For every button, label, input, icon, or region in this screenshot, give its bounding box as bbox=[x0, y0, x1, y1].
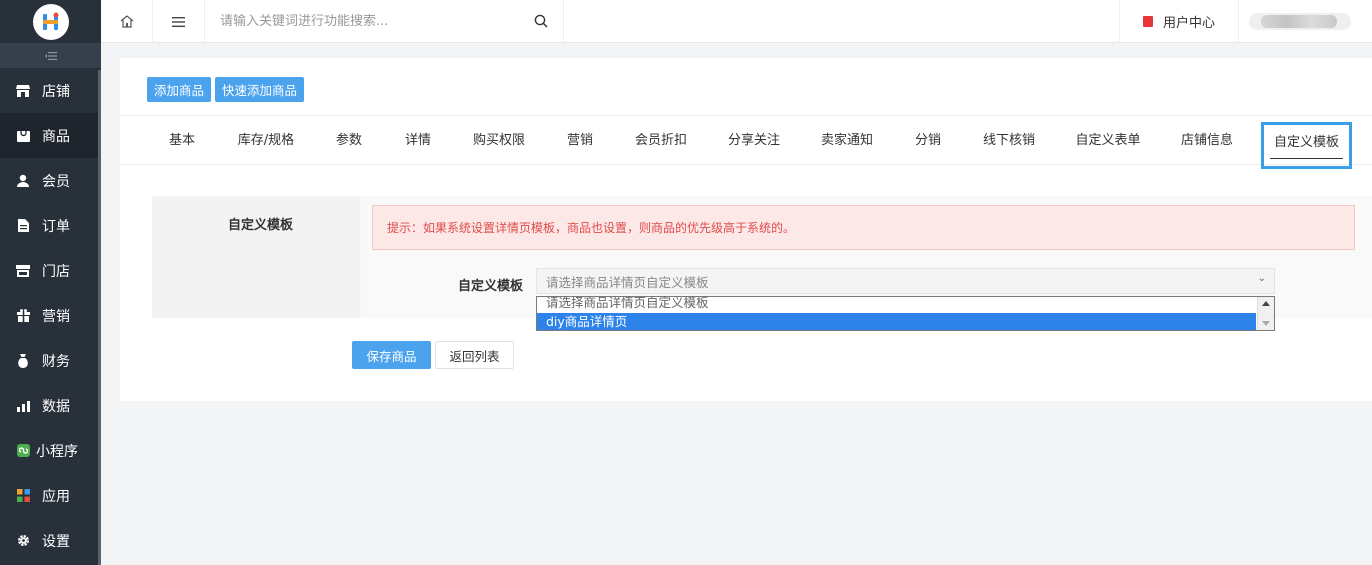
tab-store-info[interactable]: 店铺信息 bbox=[1181, 116, 1233, 165]
tab-marketing[interactable]: 营销 bbox=[567, 116, 593, 165]
save-goods-button[interactable]: 保存商品 bbox=[352, 341, 431, 369]
tab-stock-spec[interactable]: 库存/规格 bbox=[238, 116, 294, 165]
sidebar-item-label: 商品 bbox=[42, 128, 70, 145]
template-select[interactable]: 请选择商品详情页自定义模板 ⌄ bbox=[536, 268, 1275, 294]
search-input[interactable] bbox=[220, 14, 520, 29]
sidebar-item-store[interactable]: 店铺 bbox=[0, 68, 101, 113]
sidebar-item-goods[interactable]: 商品 bbox=[0, 113, 101, 158]
sidebar-item-label: 门店 bbox=[42, 263, 70, 280]
top-header: 用户中心 bbox=[101, 0, 1372, 43]
sidebar-item-mini-program[interactable]: 小程序 bbox=[0, 428, 101, 473]
goods-tabs: 基本 库存/规格 参数 详情 购买权限 营销 会员折扣 分享关注 卖家通知 分销… bbox=[120, 115, 1372, 169]
tab-share-follow[interactable]: 分享关注 bbox=[728, 116, 780, 165]
scroll-up-arrow-icon[interactable] bbox=[1262, 301, 1270, 306]
sidebar-item-members[interactable]: 会员 bbox=[0, 158, 101, 203]
sidebar-item-label: 营销 bbox=[42, 308, 70, 325]
brand-logo-icon bbox=[42, 12, 58, 30]
search-icon[interactable] bbox=[534, 14, 548, 28]
sidebar-item-label: 应用 bbox=[42, 488, 70, 505]
tab-offline-verify[interactable]: 线下核销 bbox=[983, 116, 1035, 165]
apps-icon bbox=[16, 489, 30, 503]
sidebar-item-data[interactable]: 数据 bbox=[0, 383, 101, 428]
sidebar: 店铺 商品 会员 订单 门店 营销 财务 数据 小程序 应用 设置 bbox=[0, 0, 101, 565]
dropdown-scrollbar[interactable] bbox=[1257, 297, 1274, 330]
sidebar-item-label: 数据 bbox=[42, 398, 70, 415]
mini-program-icon bbox=[16, 444, 30, 458]
select-option[interactable]: 请选择商品详情页自定义模板 bbox=[537, 295, 1256, 311]
section-label: 自定义模板 bbox=[228, 218, 294, 233]
sidebar-item-shops[interactable]: 门店 bbox=[0, 248, 101, 293]
sidebar-item-label: 小程序 bbox=[36, 443, 78, 460]
money-bag-icon bbox=[16, 353, 30, 368]
select-option-highlighted[interactable]: diy商品详情页 bbox=[537, 313, 1256, 330]
user-icon bbox=[16, 174, 30, 188]
tab-custom-template[interactable]: 自定义模板 bbox=[1261, 122, 1353, 169]
scroll-down-arrow-icon[interactable] bbox=[1262, 321, 1270, 326]
tab-basic[interactable]: 基本 bbox=[169, 116, 195, 165]
user-account-menu[interactable] bbox=[1249, 13, 1351, 30]
sidebar-item-settings[interactable]: 设置 bbox=[0, 518, 101, 563]
tab-purchase-permission[interactable]: 购买权限 bbox=[473, 116, 525, 165]
sidebar-collapse-button[interactable] bbox=[0, 43, 101, 68]
tab-custom-form[interactable]: 自定义表单 bbox=[1075, 116, 1140, 165]
add-goods-button[interactable]: 添加商品 bbox=[147, 77, 211, 102]
menu-toggle-button[interactable] bbox=[153, 0, 205, 43]
user-center-label: 用户中心 bbox=[1162, 16, 1215, 31]
tab-seller-notice[interactable]: 卖家通知 bbox=[821, 116, 873, 165]
home-button[interactable] bbox=[101, 0, 153, 43]
goods-edit-card: 添加商品 快速添加商品 基本 库存/规格 参数 详情 购买权限 营销 会员折扣 … bbox=[120, 58, 1372, 401]
bookmark-icon bbox=[1142, 16, 1153, 27]
tab-custom-template-label: 自定义模板 bbox=[1274, 135, 1340, 150]
sidebar-item-finance[interactable]: 财务 bbox=[0, 338, 101, 383]
form-label-cell: 自定义模板 bbox=[152, 196, 362, 318]
back-to-list-button[interactable]: 返回列表 bbox=[435, 341, 514, 369]
logo[interactable] bbox=[0, 0, 101, 43]
hamburger-menu-icon bbox=[172, 16, 185, 27]
sidebar-item-label: 店铺 bbox=[42, 83, 70, 100]
chevron-down-icon: ⌄ bbox=[1257, 273, 1266, 284]
tab-distribution[interactable]: 分销 bbox=[915, 116, 941, 165]
gear-icon bbox=[16, 534, 30, 548]
sidebar-item-label: 设置 bbox=[42, 533, 70, 550]
redacted-username bbox=[1261, 15, 1337, 28]
sidebar-item-label: 会员 bbox=[42, 173, 70, 190]
shop-icon bbox=[16, 264, 30, 278]
gift-icon bbox=[16, 309, 30, 323]
user-center-link[interactable]: 用户中心 bbox=[1119, 0, 1239, 43]
field-label: 自定义模板 bbox=[458, 279, 524, 294]
collapse-icon bbox=[44, 51, 57, 60]
select-value: 请选择商品详情页自定义模板 bbox=[546, 274, 709, 290]
tab-detail[interactable]: 详情 bbox=[405, 116, 431, 165]
logo-circle bbox=[32, 3, 69, 40]
active-tab-underline bbox=[1270, 158, 1344, 159]
home-icon bbox=[120, 15, 133, 28]
search-bar bbox=[205, 0, 564, 43]
sidebar-item-orders[interactable]: 订单 bbox=[0, 203, 101, 248]
tab-member-discount[interactable]: 会员折扣 bbox=[635, 116, 687, 165]
sidebar-item-label: 订单 bbox=[42, 218, 70, 235]
quick-add-goods-button[interactable]: 快速添加商品 bbox=[215, 77, 304, 102]
store-icon bbox=[16, 84, 30, 98]
sidebar-scrollbar[interactable] bbox=[98, 70, 101, 565]
order-icon bbox=[16, 219, 30, 233]
template-select-dropdown: 请选择商品详情页自定义模板 diy商品详情页 bbox=[536, 295, 1275, 331]
chart-icon bbox=[16, 399, 30, 413]
tip-alert: 提示：如果系统设置详情页模板，商品也设置，则商品的优先级高于系统的。 bbox=[372, 205, 1355, 250]
goods-icon bbox=[16, 129, 30, 143]
sidebar-item-apps[interactable]: 应用 bbox=[0, 473, 101, 518]
sidebar-item-marketing[interactable]: 营销 bbox=[0, 293, 101, 338]
tab-params[interactable]: 参数 bbox=[336, 116, 362, 165]
sidebar-item-label: 财务 bbox=[42, 353, 70, 370]
